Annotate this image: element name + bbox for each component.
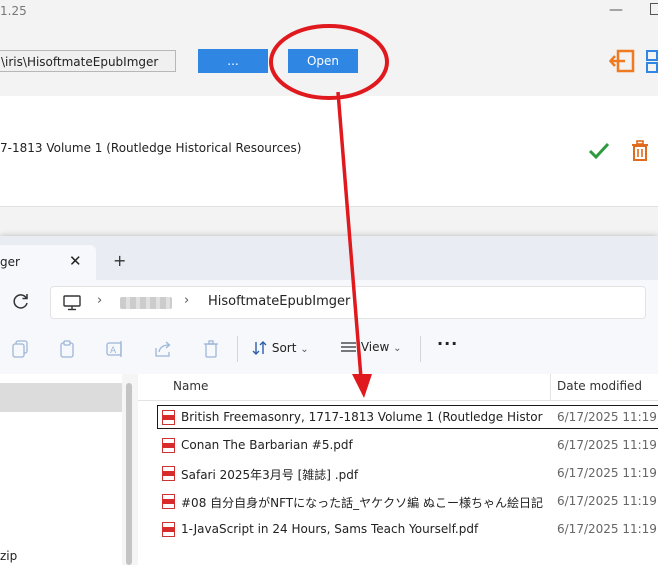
tab-folder[interactable]: ger ✕ [0, 245, 96, 280]
pdf-file-icon [162, 494, 175, 509]
file-row[interactable]: #08 自分自身がNFTになった話_ヤケクソ編 ぬこー様ちゃん絵日記集.pdf … [158, 490, 658, 512]
file-date: 6/17/2025 11:19 AM [557, 466, 658, 480]
tab-label: ger [0, 255, 20, 269]
check-icon [588, 142, 610, 160]
command-bar: A Sort ⌄ View ⌄ ··· [0, 324, 658, 375]
file-date: 6/17/2025 11:19 AM [557, 410, 658, 424]
column-header-date-modified[interactable]: Date modified [557, 379, 642, 393]
app-titlebar: 1.25 — [0, 0, 658, 24]
column-header-name[interactable]: Name [173, 379, 208, 393]
file-entry-title: 7-1813 Volume 1 (Routledge Historical Re… [0, 141, 302, 155]
file-date: 6/17/2025 11:19 AM [557, 438, 658, 452]
grid-view-icon[interactable] [645, 48, 658, 74]
pdf-file-icon [162, 410, 175, 425]
chevron-down-icon: ⌄ [393, 343, 402, 354]
nav-scrollbar[interactable] [122, 374, 138, 565]
file-row[interactable]: Safari 2025年3月号 [雑誌] .pdf 6/17/2025 11:1… [158, 462, 658, 484]
pdf-file-icon [162, 522, 175, 537]
sort-button[interactable]: Sort ⌄ [252, 340, 309, 360]
address-field[interactable]: › › HisoftmateEpubImger [50, 286, 646, 319]
view-button[interactable]: View ⌄ [340, 340, 402, 360]
file-name: British Freemasonry, 1717-1813 Volume 1 … [181, 410, 543, 424]
navigation-pane: zip [0, 374, 122, 565]
breadcrumb-chevron-icon: › [97, 293, 103, 308]
file-name: 1-JavaScript in 24 Hours, Sams Teach You… [181, 522, 479, 536]
folder-path-input[interactable]: \iris\HisoftmateEpubImger [0, 50, 176, 72]
file-name: Safari 2025年3月号 [雑誌] .pdf [181, 468, 359, 482]
file-name: #08 自分自身がNFTになった話_ヤケクソ編 ぬこー様ちゃん絵日記集.pdf [181, 496, 543, 510]
paste-icon[interactable] [58, 340, 76, 358]
file-row[interactable]: 1-JavaScript in 24 Hours, Sams Teach You… [158, 518, 658, 540]
app-version: 1.25 [0, 4, 27, 18]
command-divider [237, 336, 238, 362]
file-explorer-window: ger ✕ + › › HisoftmateEpubImger A Sort ⌄… [0, 236, 658, 565]
exit-icon[interactable] [609, 47, 637, 75]
app-toolbar: \iris\HisoftmateEpubImger ... Open [0, 24, 658, 96]
close-tab-icon[interactable]: ✕ [69, 252, 82, 270]
file-date: 6/17/2025 11:19 AM [557, 522, 658, 536]
trash-icon[interactable] [630, 140, 650, 162]
view-list-icon [341, 342, 356, 352]
nav-item-zip[interactable]: zip [0, 549, 17, 563]
rename-icon[interactable]: A [106, 340, 124, 358]
file-row[interactable]: Conan The Barbarian #5.pdf 6/17/2025 11:… [158, 434, 658, 456]
nav-item-selected[interactable] [0, 383, 122, 412]
command-divider [420, 336, 421, 362]
more-options-button[interactable]: ··· [437, 334, 458, 353]
sort-icon [252, 341, 267, 355]
breadcrumb-current-folder[interactable]: HisoftmateEpubImger [208, 294, 350, 309]
sort-label: Sort [271, 341, 297, 355]
scrollbar-thumb[interactable] [126, 383, 132, 565]
maximize-button[interactable] [650, 3, 658, 15]
pdf-file-icon [162, 438, 175, 453]
header-divider [138, 400, 658, 401]
share-icon[interactable] [154, 340, 172, 358]
browse-button[interactable]: ... [198, 49, 268, 73]
new-tab-button[interactable]: + [113, 251, 126, 270]
minimize-button[interactable]: — [609, 2, 623, 18]
chevron-down-icon: ⌄ [300, 344, 309, 355]
file-list-panel: 7-1813 Volume 1 (Routledge Historical Re… [0, 96, 658, 207]
breadcrumb-redacted[interactable] [120, 297, 172, 309]
column-divider[interactable] [550, 374, 551, 400]
tab-bar: ger ✕ + [0, 236, 658, 280]
this-pc-icon [63, 295, 81, 311]
copy-icon[interactable] [11, 340, 29, 358]
svg-text:A: A [110, 346, 117, 356]
file-list: Name Date modified British Freemasonry, … [138, 374, 658, 565]
view-label: View [360, 340, 390, 354]
file-date: 6/17/2025 11:19 AM [557, 494, 658, 508]
pdf-file-icon [162, 466, 175, 481]
open-button[interactable]: Open [288, 49, 358, 73]
address-bar: › › HisoftmateEpubImger [0, 280, 658, 324]
breadcrumb-chevron-icon: › [184, 293, 190, 308]
refresh-icon[interactable] [12, 292, 30, 310]
file-row[interactable]: British Freemasonry, 1717-1813 Volume 1 … [157, 405, 658, 429]
delete-icon[interactable] [202, 340, 220, 358]
file-name: Conan The Barbarian #5.pdf [181, 438, 353, 452]
